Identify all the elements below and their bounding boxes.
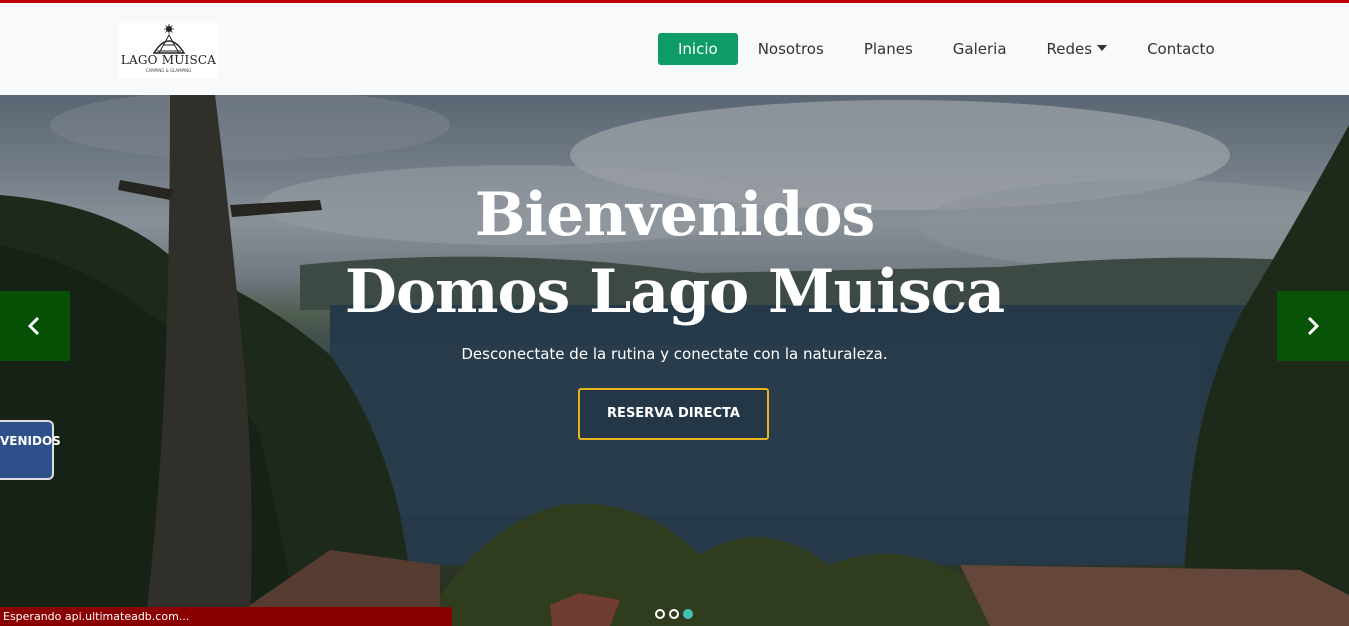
carousel-indicator[interactable] <box>655 609 665 619</box>
navbar: LAGO MUISCA CAMPING & GLAMPING Inicio No… <box>0 3 1349 95</box>
nav-item-nosotros[interactable]: Nosotros <box>738 33 844 65</box>
hero-carousel: VENIDOS Bienvenidos Domos Lago Muisca De… <box>0 95 1349 626</box>
hero-title-line2: Domos Lago Muisca <box>344 257 1005 327</box>
carousel-next-button[interactable] <box>1277 291 1349 361</box>
welcome-sign: VENIDOS <box>0 420 61 480</box>
logo-subtext: CAMPING & GLAMPING <box>145 68 192 73</box>
nav-item-galeria[interactable]: Galeria <box>933 33 1027 65</box>
nav-item-contacto[interactable]: Contacto <box>1127 33 1235 65</box>
nav-item-inicio[interactable]: Inicio <box>658 33 738 65</box>
browser-status-bar: Esperando api.ultimateadb.com... <box>0 607 452 626</box>
chevron-left-icon <box>27 316 40 336</box>
reserva-directa-button[interactable]: RESERVA DIRECTA <box>578 388 769 440</box>
caret-down-icon <box>1097 45 1108 51</box>
carousel-prev-button[interactable] <box>0 291 70 361</box>
carousel-indicator[interactable] <box>669 609 679 619</box>
nav-item-redes[interactable]: Redes <box>1027 33 1128 65</box>
nav-item-redes-label: Redes <box>1046 40 1093 58</box>
nav-item-planes[interactable]: Planes <box>844 33 933 65</box>
main-nav: Inicio Nosotros Planes Galeria Redes Con… <box>658 33 1235 65</box>
hero-subtitle: Desconectate de la rutina y conectate co… <box>461 345 888 363</box>
chevron-right-icon <box>1307 316 1320 336</box>
logo-text: LAGO MUISCA <box>120 53 217 67</box>
hero-title-line1: Bienvenidos <box>474 180 876 250</box>
site-logo[interactable]: LAGO MUISCA CAMPING & GLAMPING <box>119 23 218 78</box>
welcome-sign-text: VENIDOS <box>0 434 61 448</box>
dome-logo-icon <box>152 24 186 54</box>
carousel-indicators <box>655 609 693 619</box>
carousel-indicator-active[interactable] <box>683 609 693 619</box>
